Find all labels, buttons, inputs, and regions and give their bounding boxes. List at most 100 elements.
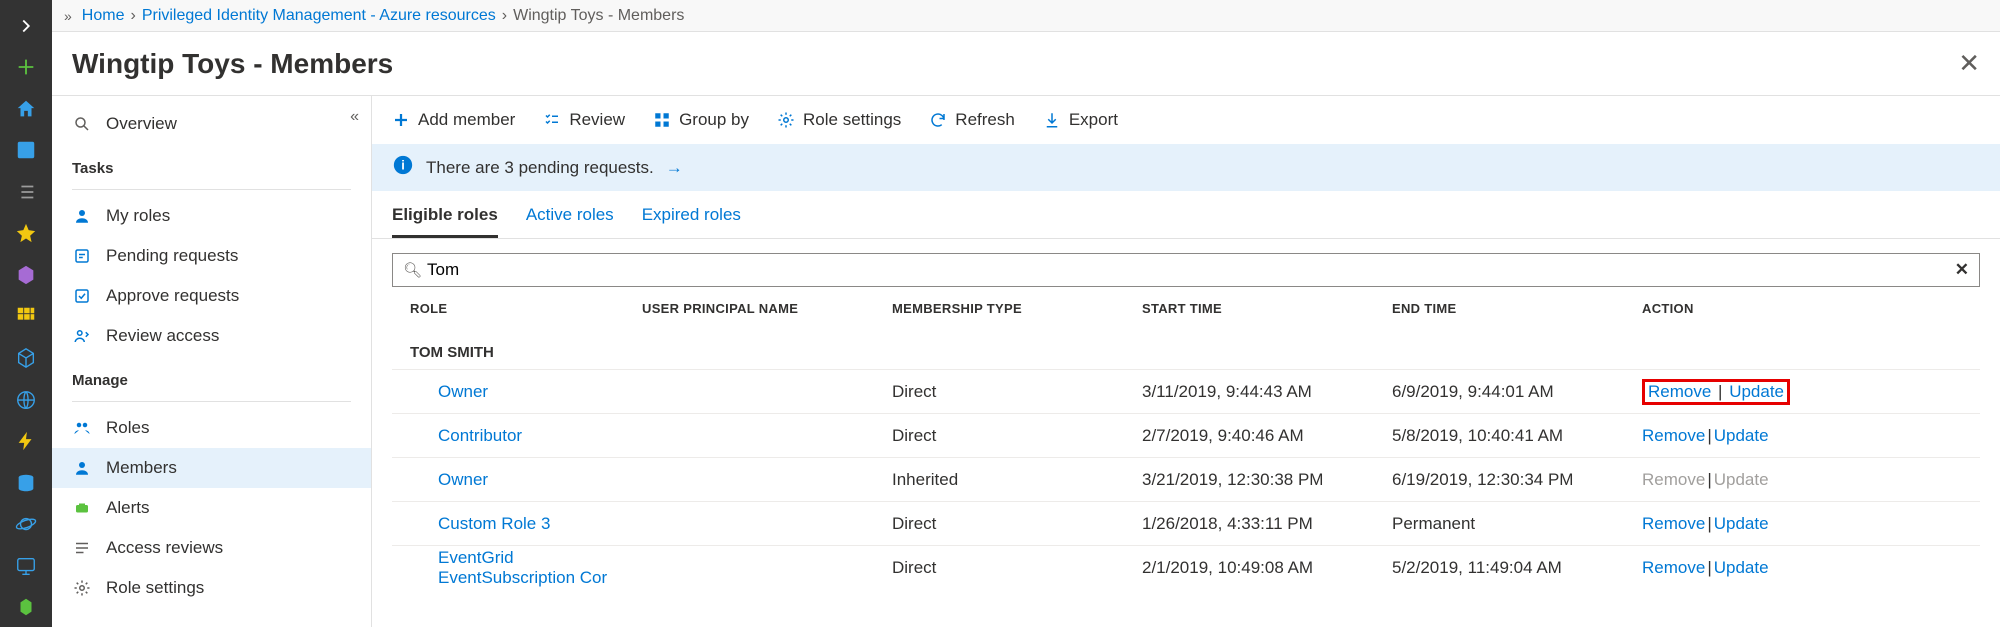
download-icon [1043,111,1061,129]
rail-cube[interactable] [0,338,52,378]
review-button[interactable]: Review [543,110,625,130]
group-heading: TOM SMITH [392,326,1980,369]
update-link[interactable]: Update [1714,558,1769,578]
refresh-icon [929,111,947,129]
banner-arrow-link[interactable]: → [666,158,683,178]
rail-favorites[interactable] [0,214,52,254]
rail-home[interactable] [0,89,52,129]
header-role[interactable]: ROLE [392,301,642,316]
sidebar-item-pending-requests[interactable]: Pending requests [52,236,371,276]
sidebar-label: Members [106,458,177,478]
rail-globe[interactable] [0,380,52,420]
info-banner: i There are 3 pending requests. → [372,144,2000,191]
sidebar-label: Access reviews [106,538,223,558]
action-cell: Remove | Update [1642,426,1822,446]
content-pane: Add member Review Group by Role settings… [372,96,2000,627]
group-by-button[interactable]: Group by [653,110,749,130]
rail-expand[interactable] [0,6,52,46]
sidebar-label: My roles [106,206,170,226]
toolbar: Add member Review Group by Role settings… [372,96,2000,144]
sidebar-item-overview[interactable]: Overview [52,104,371,144]
end-time-cell: 6/19/2019, 12:30:34 PM [1392,470,1642,490]
rail-bolt[interactable] [0,421,52,461]
gear-icon [777,111,795,129]
rail-monitor[interactable] [0,546,52,586]
title-bar: Wingtip Toys - Members ✕ [52,32,2000,96]
action-cell: Remove | Update [1642,379,1822,405]
collapse-sidebar-button[interactable]: « [350,108,359,126]
action-divider: | [1707,426,1711,446]
breadcrumb-home[interactable]: Home [82,7,125,25]
info-icon: i [392,154,414,181]
header-action: ACTION [1642,301,1822,316]
tab-expired-roles[interactable]: Expired roles [642,205,741,238]
tab-active-roles[interactable]: Active roles [526,205,614,238]
remove-link[interactable]: Remove [1642,426,1705,446]
role-settings-button[interactable]: Role settings [777,110,901,130]
header-start-time[interactable]: START TIME [1142,301,1392,316]
toolbar-label: Refresh [955,110,1015,130]
export-button[interactable]: Export [1043,110,1118,130]
action-cell: Remove | Update [1642,470,1822,490]
roles-icon [72,419,92,437]
access-reviews-icon [72,539,92,557]
sidebar-item-approve-requests[interactable]: Approve requests [52,276,371,316]
remove-link[interactable]: Remove [1642,558,1705,578]
rail-planet[interactable] [0,504,52,544]
sidebar-heading-manage: Manage [52,356,371,395]
breadcrumb-pim[interactable]: Privileged Identity Management - Azure r… [142,7,496,25]
role-link[interactable]: Owner [410,382,488,402]
highlight-box: Remove | Update [1642,379,1790,405]
table-row: OwnerDirect3/11/2019, 9:44:43 AM6/9/2019… [392,369,1980,413]
refresh-button[interactable]: Refresh [929,110,1015,130]
end-time-cell: 5/8/2019, 10:40:41 AM [1392,426,1642,446]
toolbar-label: Role settings [803,110,901,130]
remove-link[interactable]: Remove [1642,514,1705,534]
role-link[interactable]: EventGrid EventSubscription Cor [410,548,642,588]
rail-add[interactable] [0,48,52,88]
start-time-cell: 1/26/2018, 4:33:11 PM [1142,514,1392,534]
add-member-button[interactable]: Add member [392,110,515,130]
rail-sql[interactable] [0,463,52,503]
sidebar-item-members[interactable]: Members [52,448,371,488]
rail-green-diamond[interactable] [0,587,52,627]
remove-link[interactable]: Remove [1648,382,1711,401]
banner-text: There are 3 pending requests. [426,158,654,178]
update-link[interactable]: Update [1714,426,1769,446]
sidebar-item-access-reviews[interactable]: Access reviews [52,528,371,568]
search-input[interactable] [427,260,1943,280]
membership-type-cell: Direct [892,558,1142,578]
action-divider: | [1707,558,1711,578]
close-button[interactable]: ✕ [1958,48,1980,79]
membership-type-cell: Inherited [892,470,1142,490]
clear-search-button[interactable]: ✕ [1955,260,1969,280]
roles-table: ROLE USER PRINCIPAL NAME MEMBERSHIP TYPE… [372,287,2000,589]
rail-dashboard[interactable] [0,131,52,171]
header-membership-type[interactable]: MEMBERSHIP TYPE [892,301,1142,316]
remove-link: Remove [1642,470,1705,490]
rail-list[interactable] [0,172,52,212]
toolbar-label: Add member [418,110,515,130]
sidebar-item-my-roles[interactable]: My roles [52,196,371,236]
sidebar-item-review-access[interactable]: Review access [52,316,371,356]
alerts-icon [72,499,92,517]
sidebar-item-alerts[interactable]: Alerts [52,488,371,528]
role-link[interactable]: Owner [410,470,488,490]
toolbar-label: Export [1069,110,1118,130]
left-nav-rail [0,0,52,627]
update-link[interactable]: Update [1714,514,1769,534]
update-link[interactable]: Update [1729,382,1784,401]
table-row: OwnerInherited3/21/2019, 12:30:38 PM6/19… [392,457,1980,501]
rail-grid[interactable] [0,297,52,337]
sidebar-item-roles[interactable]: Roles [52,408,371,448]
role-link[interactable]: Contributor [410,426,522,446]
tab-eligible-roles[interactable]: Eligible roles [392,205,498,238]
role-link[interactable]: Custom Role 3 [410,514,550,534]
breadcrumb: » Home › Privileged Identity Management … [52,0,2000,32]
sidebar-item-role-settings[interactable]: Role settings [52,568,371,608]
header-end-time[interactable]: END TIME [1392,301,1642,316]
header-upn[interactable]: USER PRINCIPAL NAME [642,301,892,316]
rail-purple-hex[interactable] [0,255,52,295]
sidebar-label: Review access [106,326,219,346]
overview-icon [72,115,92,133]
